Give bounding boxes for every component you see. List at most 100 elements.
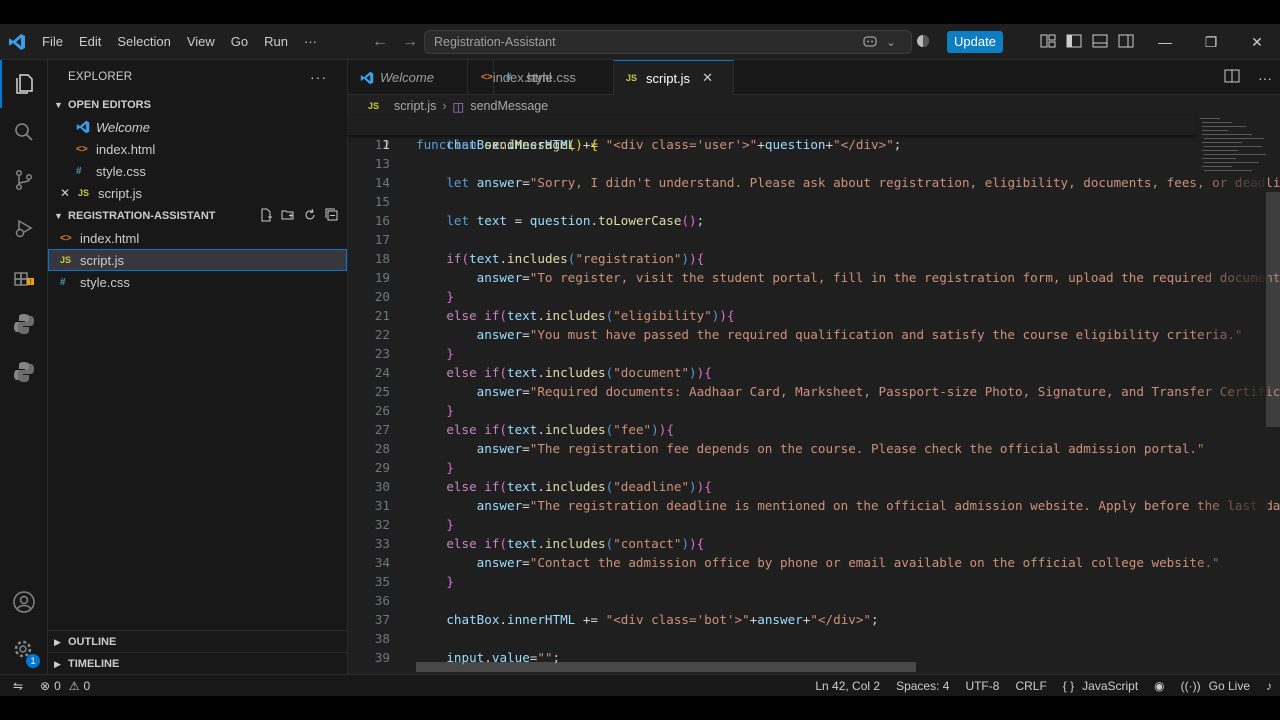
file-style-css[interactable]: # style.css [48, 271, 347, 293]
code-line: 19 answer="To register, visit the studen… [374, 270, 1280, 285]
notification-badge: 1 [26, 654, 40, 668]
breadcrumb: JS script.js › ◫ sendMessage [348, 95, 1280, 117]
customize-layout-icon[interactable] [1040, 34, 1056, 51]
update-button[interactable]: Update [947, 31, 1003, 53]
restore-icon[interactable]: ❐ [1188, 24, 1234, 60]
toggle-secondary-sidebar-icon[interactable] [1118, 34, 1134, 51]
menu-file[interactable]: File [34, 24, 71, 60]
chevron-down-icon: ▼ [54, 100, 63, 110]
toggle-panel-icon[interactable] [1092, 34, 1108, 51]
horizontal-scrollbar[interactable] [416, 662, 916, 672]
close-tab-icon[interactable]: ✕ [702, 70, 713, 86]
go-live-button[interactable]: Go Live [1201, 679, 1258, 693]
warning-icon[interactable]: ⚠ [69, 679, 80, 693]
project-header[interactable]: ▼ REGISTRATION-ASSISTANT [48, 205, 347, 227]
file-script-js[interactable]: JS script.js [48, 249, 347, 271]
manage-gear-icon[interactable]: 1 [0, 626, 48, 674]
title-bar: File Edit Selection View Go Run ··· ← → … [0, 24, 1280, 60]
encoding[interactable]: UTF-8 [957, 679, 1007, 693]
open-editor-index-html[interactable]: <> index.html [48, 138, 347, 160]
chevron-right-icon: ▶ [54, 658, 61, 669]
chevron-down-icon[interactable]: ⌄ [886, 35, 896, 49]
code-line: 20 } [374, 289, 454, 304]
minimap[interactable] [1196, 116, 1266, 674]
sticky-scroll-line[interactable]: 1 function sendMessage() { [348, 116, 1196, 152]
code-line: 13 [374, 156, 390, 171]
new-folder-icon[interactable] [281, 208, 295, 225]
css-icon: # [76, 165, 82, 177]
language-mode[interactable]: JavaScript [1074, 679, 1146, 693]
new-file-icon[interactable] [259, 208, 273, 225]
toggle-sidebar-icon[interactable] [1066, 34, 1082, 51]
tab-script-js[interactable]: JS script.js ✕ [614, 60, 734, 95]
close-icon[interactable]: ✕ [60, 186, 78, 200]
chevron-down-icon: ▼ [54, 211, 63, 221]
code-line: 37 chatBox.innerHTML += "<div class='bot… [374, 612, 879, 627]
menu-run[interactable]: Run [256, 24, 296, 60]
python-environments-icon[interactable] [0, 348, 48, 396]
back-arrow-icon[interactable]: ← [372, 33, 388, 51]
outline-section[interactable]: ▶ OUTLINE [48, 630, 348, 653]
svg-text:!: ! [29, 278, 32, 286]
explorer-title: EXPLORER [68, 71, 133, 83]
code-line: 22 answer="You must have passed the requ… [374, 327, 1243, 342]
tab-index-html[interactable]: <> index.html [348, 60, 552, 95]
copilot-icon[interactable] [862, 34, 878, 51]
open-editor-style-css[interactable]: # style.css [48, 160, 347, 182]
cursor-position[interactable]: Ln 42, Col 2 [807, 679, 888, 693]
code-line: 14 let answer="Sorry, I didn't understan… [374, 175, 1280, 190]
go-live-icon[interactable]: ((·)) [1173, 679, 1201, 693]
remote-icon[interactable]: ⇋ [0, 679, 36, 693]
source-control-icon[interactable] [0, 156, 48, 204]
explorer-icon[interactable] [0, 60, 48, 108]
forward-arrow-icon[interactable]: → [402, 33, 418, 51]
error-count[interactable]: 0 [54, 679, 61, 693]
command-center-search[interactable]: Registration-Assistant [424, 30, 912, 54]
account-shield-icon[interactable] [916, 34, 930, 51]
file-index-html[interactable]: <> index.html [48, 227, 347, 249]
vertical-scrollbar[interactable] [1266, 192, 1280, 427]
extensions-icon[interactable]: ! [0, 252, 48, 300]
code-line: 31 answer="The registration deadline is … [374, 498, 1280, 513]
tab-style-css[interactable]: # style.css [494, 60, 614, 95]
open-editor-welcome[interactable]: Welcome [48, 116, 347, 138]
open-editors-header[interactable]: ▼ OPEN EDITORS [48, 94, 347, 116]
code-line: 23 } [374, 346, 454, 361]
close-window-icon[interactable]: ✕ [1234, 24, 1280, 60]
indentation[interactable]: Spaces: 4 [888, 679, 957, 693]
js-icon: JS [368, 101, 380, 111]
open-editor-script-js[interactable]: ✕ JS script.js [48, 182, 347, 204]
copilot-status-icon[interactable]: ◉ [1146, 679, 1172, 693]
menu-more[interactable]: ··· [296, 24, 325, 60]
code-line: 36 [374, 593, 390, 608]
more-actions-icon[interactable]: ··· [1258, 70, 1272, 86]
run-debug-icon[interactable] [0, 204, 48, 252]
refresh-icon[interactable] [303, 208, 317, 225]
menu-selection[interactable]: Selection [109, 24, 178, 60]
minimize-icon[interactable]: — [1142, 24, 1188, 60]
function-symbol-icon: ◫ [452, 99, 465, 114]
breadcrumb-symbol[interactable]: sendMessage [470, 99, 548, 113]
code-line: 27 else if(text.includes("fee")){ [374, 422, 674, 437]
more-actions-icon[interactable]: ··· [310, 69, 327, 85]
split-editor-icon[interactable] [1224, 69, 1240, 86]
code-line: 21 else if(text.includes("eligibility"))… [374, 308, 735, 323]
chevron-right-icon: › [442, 99, 447, 113]
breadcrumb-file[interactable]: script.js [394, 99, 436, 113]
menu-go[interactable]: Go [223, 24, 256, 60]
menu-view[interactable]: View [179, 24, 223, 60]
search-icon[interactable] [0, 108, 48, 156]
code-line: 15 [374, 194, 390, 209]
end-of-line[interactable]: CRLF [1007, 679, 1054, 693]
account-icon[interactable] [0, 578, 48, 626]
activity-bar: ! 1 [0, 60, 48, 674]
python-icon[interactable] [0, 300, 48, 348]
menu-edit[interactable]: Edit [71, 24, 109, 60]
collapse-all-icon[interactable] [325, 208, 339, 225]
css-icon: # [60, 276, 66, 288]
errors-icon[interactable]: ⊗ [40, 679, 50, 693]
timeline-section[interactable]: ▶ TIMELINE [48, 652, 348, 675]
code-editor[interactable]: 12 chatBox.innerHTML += "<div class='use… [348, 116, 1280, 674]
warning-count[interactable]: 0 [84, 679, 91, 693]
notifications-bell-icon[interactable]: ♪ [1258, 679, 1280, 693]
